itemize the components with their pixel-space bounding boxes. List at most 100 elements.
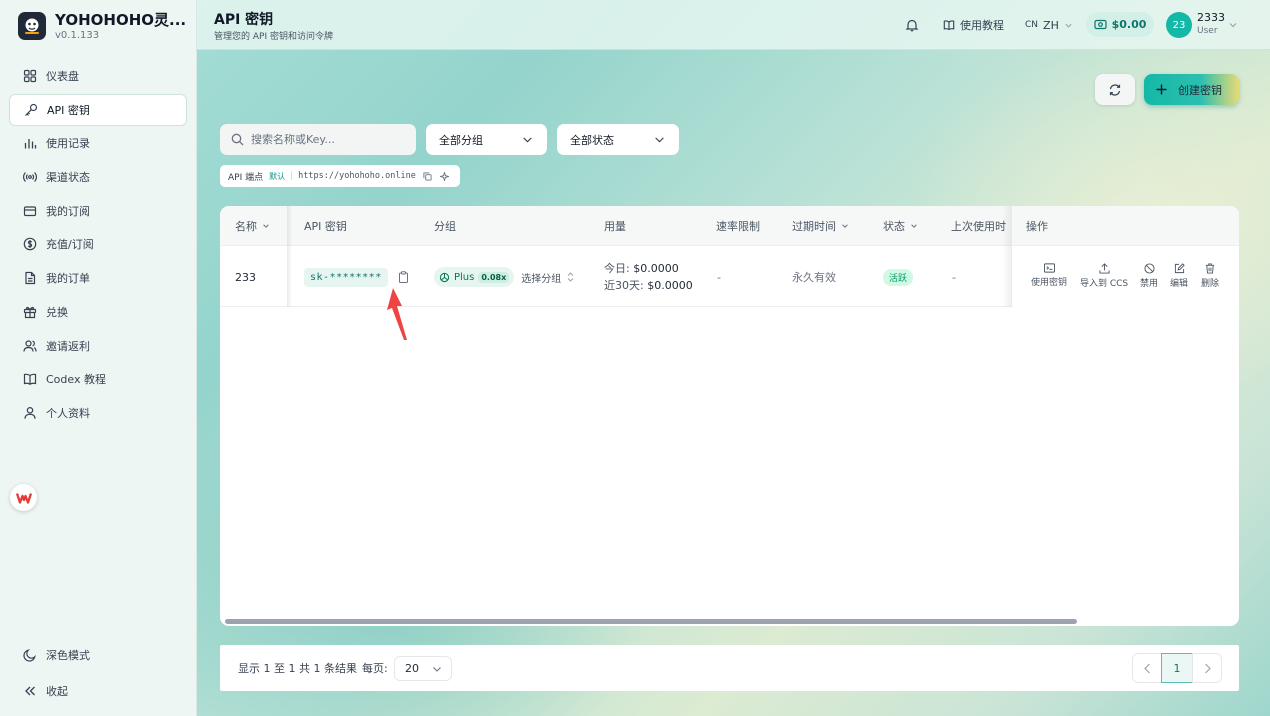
group-filter-select[interactable]: 全部分组 xyxy=(426,124,547,155)
brand: YOHOHOHO灵... v0.1.133 xyxy=(18,10,190,46)
per-page-select[interactable]: 20 xyxy=(394,656,452,681)
col-name-label: 名称 xyxy=(235,220,257,233)
disable-button[interactable]: 禁用 xyxy=(1140,263,1158,289)
create-key-button[interactable]: 创建密钥 xyxy=(1144,74,1239,105)
sidebar-item-label: API 密钥 xyxy=(47,103,90,117)
sidebar-item-api-keys[interactable]: API 密钥 xyxy=(9,93,187,126)
collapse-sidebar-button[interactable]: 收起 xyxy=(9,676,187,706)
sidebar-item-label: 我的订阅 xyxy=(46,204,90,218)
bar-chart-icon xyxy=(24,139,37,149)
edit-button[interactable]: 编辑 xyxy=(1170,263,1188,289)
col-last-used-label: 上次使用时间 xyxy=(951,220,1007,233)
copy-icon[interactable] xyxy=(423,171,432,181)
main-area: API 密钥 管理您的 API 密钥和访问令牌 使用教程 CN ZH $0.00… xyxy=(197,0,1270,716)
ban-icon xyxy=(1143,263,1155,274)
sidebar-nav: 仪表盘 API 密钥 使用记录 渠道状态 我的订阅 充值/订阅 我的订单 兑换 xyxy=(9,60,187,431)
row-usage: 今日: $0.0000 近30天: $0.0000 xyxy=(604,247,693,307)
col-usage-label: 用量 xyxy=(604,220,626,233)
refresh-icon xyxy=(1109,83,1121,96)
horizontal-scrollbar[interactable] xyxy=(225,619,1077,624)
double-chevron-left-icon xyxy=(25,686,35,696)
search-icon xyxy=(231,133,244,146)
chevron-down-icon xyxy=(523,137,532,143)
disable-label: 禁用 xyxy=(1140,279,1159,289)
delete-button[interactable]: 删除 xyxy=(1201,263,1219,289)
delete-label: 删除 xyxy=(1201,279,1220,289)
col-group: 分组 xyxy=(434,206,456,246)
next-page-button[interactable] xyxy=(1192,653,1222,683)
prev-page-button[interactable] xyxy=(1132,653,1162,683)
sidebar-item-channel-status[interactable]: 渠道状态 xyxy=(9,161,187,193)
search-input[interactable] xyxy=(251,133,401,146)
sidebar-item-profile[interactable]: 个人资料 xyxy=(9,397,187,429)
sidebar-item-label: 我的订单 xyxy=(46,272,90,286)
annotation-arrow-icon xyxy=(387,288,407,340)
wps-floating-icon[interactable] xyxy=(10,484,37,511)
brand-name: YOHOHOHO灵... xyxy=(55,11,187,29)
status-filter-select[interactable]: 全部状态 xyxy=(557,124,679,155)
content: 创建密钥 全部分组 全部状态 API 端点 默认 | https://yohoh… xyxy=(197,0,1270,716)
sidebar-item-usage[interactable]: 使用记录 xyxy=(9,127,187,159)
sparkle-icon[interactable] xyxy=(439,171,449,181)
sidebar-item-label: 仪表盘 xyxy=(46,70,79,83)
create-key-label: 创建密钥 xyxy=(1178,83,1222,97)
sidebar-item-subscriptions[interactable]: 我的订阅 xyxy=(9,195,187,227)
clipboard-copy-icon[interactable] xyxy=(398,271,409,283)
col-group-label: 分组 xyxy=(434,220,456,233)
dollar-circle-icon xyxy=(23,238,37,251)
row-group: Plus 0.08x 选择分组 xyxy=(434,247,574,307)
col-api-key-label: API 密钥 xyxy=(304,220,347,233)
key-icon xyxy=(25,103,38,116)
col-actions: 操作 xyxy=(1012,206,1239,246)
group-select[interactable]: 选择分组 xyxy=(521,270,574,285)
col-last-used: 上次使用时间 xyxy=(951,206,1007,246)
status-filter-value: 全部状态 xyxy=(570,133,614,147)
dark-mode-toggle[interactable]: 深色模式 xyxy=(9,640,187,670)
sidebar-item-recharge[interactable]: 充值/订阅 xyxy=(9,228,187,260)
row-expires: 永久有效 xyxy=(792,271,836,284)
chevron-down-icon xyxy=(433,667,441,672)
group-badge: Plus 0.08x xyxy=(434,267,515,287)
row-rate-limit: - xyxy=(717,270,721,284)
sidebar-item-codex-tutorial[interactable]: Codex 教程 xyxy=(9,363,187,395)
col-status[interactable]: 状态 xyxy=(883,206,918,246)
dashboard-grid-icon xyxy=(23,69,37,83)
plus-icon xyxy=(1156,84,1167,95)
sidebar-item-referral[interactable]: 邀请返利 xyxy=(9,330,187,362)
usage-30d-label: 近30天: xyxy=(604,279,644,292)
sidebar-item-label: 邀请返利 xyxy=(46,339,90,353)
sidebar: YOHOHOHO灵... v0.1.133 仪表盘 API 密钥 使用记录 渠道… xyxy=(0,0,197,716)
sidebar-item-label: 使用记录 xyxy=(46,137,90,151)
search-box xyxy=(220,124,416,155)
row-name: 233 xyxy=(235,270,256,284)
app-version: v0.1.133 xyxy=(55,30,100,41)
status-badge: 活跃 xyxy=(883,268,914,286)
actions-column: 操作 使用密钥 导入到 CCS 禁用 编辑 删除 xyxy=(1011,206,1239,307)
credit-card-icon xyxy=(23,206,37,216)
group-multiplier: 0.08x xyxy=(478,271,510,283)
app-logo-icon xyxy=(18,12,46,40)
usage-today-value: $0.0000 xyxy=(633,262,679,275)
document-icon xyxy=(25,272,36,285)
chevron-right-icon xyxy=(1204,663,1211,673)
col-status-label: 状态 xyxy=(883,220,905,233)
col-expires-label: 过期时间 xyxy=(792,220,836,233)
import-ccs-button[interactable]: 导入到 CCS xyxy=(1080,263,1128,289)
endpoint-url: https://yohohoho.online xyxy=(298,171,416,181)
row-status: 活跃 xyxy=(883,247,914,307)
col-usage: 用量 xyxy=(604,206,626,246)
terminal-icon xyxy=(1043,263,1055,273)
use-key-button[interactable]: 使用密钥 xyxy=(1031,263,1067,288)
page-button-current[interactable]: 1 xyxy=(1161,653,1193,683)
api-keys-table: 名称 API 密钥 分组 用量 速率限制 过期时间 状态 上次使用时间 233 … xyxy=(220,206,1239,626)
usage-30d-value: $0.0000 xyxy=(647,279,693,292)
sidebar-item-redeem[interactable]: 兑换 xyxy=(9,296,187,328)
book-icon xyxy=(23,373,37,386)
sort-chevron-icon xyxy=(263,224,269,228)
col-name[interactable]: 名称 xyxy=(235,206,270,246)
refresh-button[interactable] xyxy=(1095,74,1135,105)
sidebar-item-dashboard[interactable]: 仪表盘 xyxy=(9,60,187,92)
col-expires[interactable]: 过期时间 xyxy=(792,206,849,246)
sidebar-item-orders[interactable]: 我的订单 xyxy=(9,262,187,294)
dark-mode-label: 深色模式 xyxy=(46,649,90,662)
